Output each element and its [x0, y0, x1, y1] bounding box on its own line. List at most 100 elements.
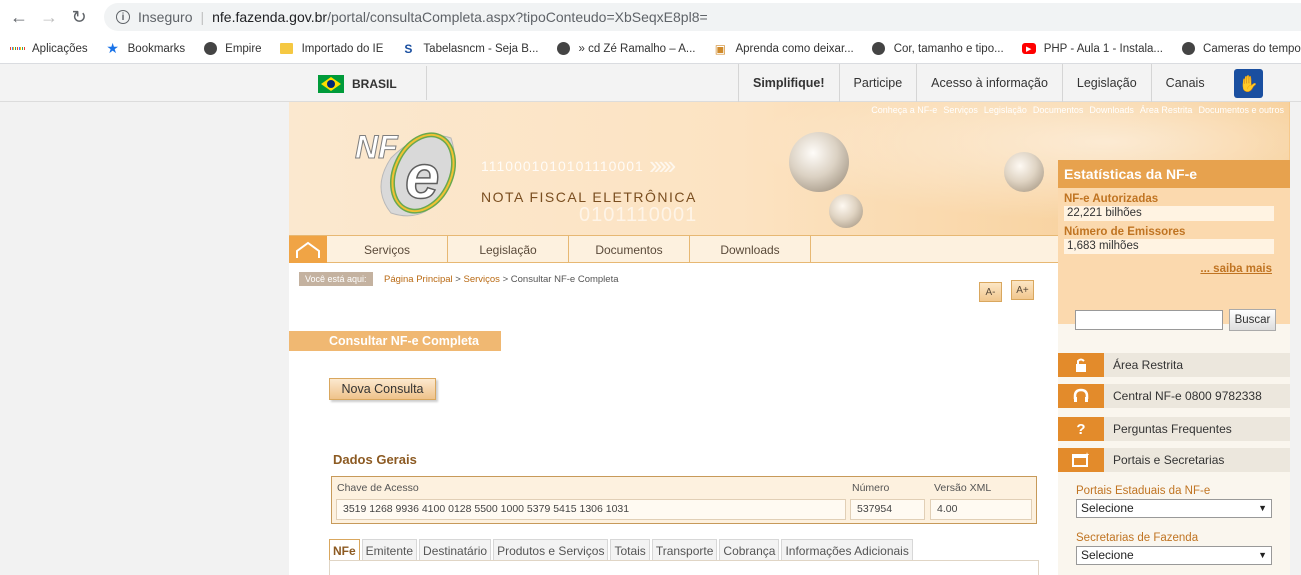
forward-arrow-icon[interactable]: → [34, 2, 64, 32]
portais-estaduais-select[interactable]: Selecione ▼ [1076, 499, 1272, 518]
bookmarks-bar: Aplicações ★ Bookmarks Empire Importado … [0, 34, 1301, 64]
nfe-tabs: NFe Emitente Destinatário Produtos e Ser… [329, 539, 915, 561]
breadcrumb-current: Consultar NF-e Completa [510, 274, 619, 285]
toplink-conheca[interactable]: Conheça a NF-e [871, 105, 937, 115]
search-input[interactable] [1075, 310, 1223, 330]
window-icon: + [1058, 448, 1104, 472]
bookmark-php[interactable]: ▶ PHP - Aula 1 - Instala... [1021, 42, 1164, 56]
saiba-mais-link[interactable]: ... saiba mais [1200, 263, 1272, 275]
bookmark-aprenda[interactable]: ▣ Aprenda como deixar... [713, 42, 854, 56]
tab-emitente[interactable]: Emitente [361, 539, 418, 561]
sidebar-label: Área Restrita [1113, 358, 1184, 372]
tab-produtos-servicos[interactable]: Produtos e Serviços [493, 539, 609, 561]
search-button[interactable]: Buscar [1229, 309, 1276, 331]
tab-nfe[interactable]: NFe [329, 539, 360, 561]
address-bar[interactable]: i Inseguro | nfe.fazenda.gov.br/portal/c… [104, 3, 1301, 31]
tab-totais[interactable]: Totais [610, 539, 650, 561]
reload-icon[interactable]: ↻ [64, 2, 94, 32]
secretarias-fazenda-label: Secretarias de Fazenda [1076, 532, 1199, 544]
gov-link-canais[interactable]: Canais [1150, 64, 1219, 102]
toplink-documentos-outros[interactable]: Documentos e outros [1198, 105, 1284, 115]
breadcrumb-services[interactable]: Serviços [464, 274, 500, 285]
tab-informacoes-adicionais[interactable]: Informações Adicionais [781, 539, 913, 561]
toplink-legislacao[interactable]: Legislação [984, 105, 1027, 115]
menu-downloads[interactable]: Downloads [690, 236, 811, 263]
nfe-logo[interactable]: NF e [351, 118, 471, 228]
bookmark-cameras[interactable]: Cameras do tempo -... [1181, 42, 1301, 56]
toplink-documentos[interactable]: Documentos [1033, 105, 1084, 115]
menu-documentos[interactable]: Documentos [569, 236, 690, 263]
tab-transporte[interactable]: Transporte [651, 539, 718, 561]
sidebar-label: Perguntas Frequentes [1113, 422, 1232, 436]
secretarias-fazenda-select[interactable]: Selecione ▼ [1076, 546, 1272, 565]
logo-title: NOTA FISCAL ELETRÔNICA [481, 189, 697, 205]
brazil-flag-icon[interactable] [318, 75, 344, 93]
home-icon[interactable] [289, 236, 327, 263]
sidebar-item-area-restrita[interactable]: Área Restrita [1058, 353, 1290, 377]
chevron-down-icon: ▼ [1258, 550, 1267, 560]
sidebar-label: Central NF-e 0800 9782338 [1113, 389, 1262, 403]
sidebar-item-portais[interactable]: + Portais e Secretarias [1058, 448, 1290, 472]
menu-legislacao[interactable]: Legislação [448, 236, 569, 263]
bookmark-label: PHP - Aula 1 - Instala... [1043, 42, 1164, 55]
dados-gerais-box: Chave de Acesso Número Versão XML 3519 1… [331, 476, 1037, 524]
sidebar-label: Portais e Secretarias [1113, 453, 1225, 467]
url-host: nfe.fazenda.gov.br [212, 9, 328, 25]
bookmark-ze-ramalho[interactable]: » cd Zé Ramalho – A... [556, 42, 695, 56]
breadcrumb-sep: > [455, 274, 461, 285]
stat-emissores-label: Número de Emissores [1064, 226, 1186, 238]
menu-servicos[interactable]: Serviços [327, 236, 448, 263]
url-path: /portal/consultaCompleta.aspx?tipoConteu… [327, 9, 708, 25]
bookmark-tabelasncm[interactable]: S Tabelasncm - Seja B... [401, 42, 538, 56]
numero-value: 537954 [850, 499, 925, 520]
gov-link-acesso[interactable]: Acesso à informação [916, 64, 1062, 102]
sidebar-item-central[interactable]: Central NF-e 0800 9782338 [1058, 384, 1290, 408]
bookmark-cor-tamanho[interactable]: Cor, tamanho e tipo... [872, 42, 1004, 56]
stat-autorizadas-value: 22,221 bilhões [1064, 206, 1274, 221]
logo-nf-text: NF [355, 129, 399, 165]
info-icon[interactable]: i [116, 10, 130, 24]
gov-link-legislacao[interactable]: Legislação [1061, 64, 1151, 102]
bookmark-bookmarks[interactable]: ★ Bookmarks [106, 40, 185, 56]
gov-link-simplifique[interactable]: Simplifique! [738, 64, 839, 102]
url-text[interactable]: nfe.fazenda.gov.br/portal/consultaComple… [212, 9, 708, 25]
back-arrow-icon[interactable]: ← [4, 2, 34, 32]
tab-cobranca[interactable]: Cobrança [719, 539, 780, 561]
globe-icon [203, 42, 217, 55]
star-icon: ★ [106, 40, 119, 56]
tab-destinatario[interactable]: Destinatário [419, 539, 492, 561]
bookmark-label: Empire [225, 42, 262, 55]
font-larger-button[interactable]: A+ [1011, 280, 1034, 300]
bookmark-label: Cameras do tempo -... [1203, 42, 1301, 55]
toplink-downloads[interactable]: Downloads [1089, 105, 1134, 115]
breadcrumb-home[interactable]: Página Principal [384, 274, 453, 285]
gov-link-participe[interactable]: Participe [838, 64, 917, 102]
chevron-down-icon: ▼ [1258, 503, 1267, 513]
browser-toolbar: ← → ↻ i Inseguro | nfe.fazenda.gov.br/po… [0, 0, 1301, 34]
decor-sphere [829, 194, 863, 228]
toplink-servicos[interactable]: Serviços [943, 105, 978, 115]
page-title: Consultar NF-e Completa [289, 331, 501, 351]
accessibility-hands-icon[interactable]: ✋ [1234, 69, 1263, 98]
select-value: Selecione [1081, 501, 1134, 515]
font-smaller-button[interactable]: A- [979, 282, 1002, 302]
youtube-icon: ▶ [1021, 43, 1036, 54]
bookmark-importado[interactable]: Importado do IE [280, 42, 383, 56]
gov-brasil-link[interactable]: BRASIL [352, 77, 397, 91]
stats-title: Estatísticas da NF-e [1058, 160, 1290, 188]
decor-sphere [789, 132, 849, 192]
bookmark-apps[interactable]: Aplicações [10, 42, 88, 56]
sidebar-item-perguntas[interactable]: ? Perguntas Frequentes [1058, 417, 1290, 441]
select-value: Selecione [1081, 548, 1134, 562]
logo-e-text: e [405, 143, 439, 212]
question-icon: ? [1058, 417, 1104, 441]
bookmark-label: » cd Zé Ramalho – A... [578, 42, 696, 55]
bookmark-label: Aplicações [32, 42, 88, 55]
portais-estaduais-label: Portais Estaduais da NF-e [1076, 485, 1211, 497]
numero-label: Número [852, 482, 890, 494]
toplink-area-restrita[interactable]: Área Restrita [1140, 105, 1193, 115]
nova-consulta-button[interactable]: Nova Consulta [329, 378, 436, 400]
header-chevrons: ››››› [649, 150, 676, 180]
header-binary-large: 0101110001 [579, 204, 698, 226]
bookmark-empire[interactable]: Empire [203, 42, 262, 56]
